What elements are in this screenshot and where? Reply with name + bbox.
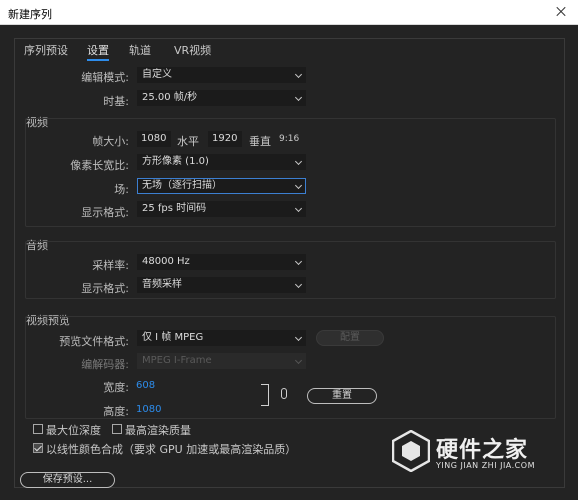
chevron-down-icon [294, 280, 303, 289]
link-icon[interactable] [281, 388, 287, 399]
tab-settings[interactable]: 设置 [87, 42, 109, 61]
linear-color-label: 以线性颜色合成（要求 GPU 加速或最高渲染品质） [46, 443, 297, 456]
video-display-format-label: 显示格式: [81, 206, 129, 219]
title-bar: 新建序列 [0, 0, 578, 25]
field-select[interactable]: 无场（逐行扫描） [137, 178, 306, 194]
dialog-panel: 序列预设 设置 轨道 VR视频 编辑模式: 自定义 时基: 25.00 帧/秒 … [14, 38, 565, 488]
chevron-down-icon [294, 157, 303, 166]
edit-mode-select[interactable]: 自定义 [137, 67, 306, 83]
chevron-down-icon [294, 257, 303, 266]
preview-file-format-value: 仅 I 帧 MPEG [142, 332, 204, 343]
max-render-quality-checkbox[interactable] [112, 424, 122, 434]
edit-mode-value: 自定义 [142, 69, 172, 80]
chevron-down-icon [294, 204, 303, 213]
close-icon[interactable] [550, 1, 572, 23]
preview-height-label: 高度: [103, 405, 129, 418]
vertical-label: 垂直 [249, 135, 271, 148]
frame-height-input[interactable]: 1920 [208, 131, 242, 147]
watermark: 硬件之家 YING JIAN ZHI JIA.COM [392, 430, 562, 474]
codec-label: 编解码器: [81, 358, 129, 371]
pixel-aspect-value: 方形像素 (1.0) [142, 156, 209, 167]
preview-width-value[interactable]: 608 [136, 380, 155, 391]
timebase-value: 25.00 帧/秒 [142, 92, 198, 103]
chevron-down-icon [294, 181, 303, 190]
timebase-label: 时基: [103, 95, 129, 108]
preview-file-format-select[interactable]: 仅 I 帧 MPEG [137, 330, 306, 346]
audio-display-format-label: 显示格式: [81, 282, 129, 295]
audio-display-format-select[interactable]: 音频采样 [137, 277, 306, 293]
linear-color-checkbox[interactable] [33, 443, 43, 453]
reset-button[interactable]: 重置 [307, 388, 377, 404]
link-bracket [261, 384, 269, 406]
video-display-format-value: 25 fps 时间码 [142, 203, 207, 214]
pixel-aspect-label: 像素长宽比: [70, 159, 129, 172]
codec-select[interactable]: MPEG I-Frame [137, 353, 306, 369]
tab-tracks[interactable]: 轨道 [129, 42, 151, 58]
codec-value: MPEG I-Frame [142, 355, 212, 366]
watermark-name: 硬件之家 [436, 438, 529, 463]
tab-vr-video[interactable]: VR视频 [174, 42, 211, 58]
save-preset-button[interactable]: 保存预设... [20, 472, 115, 488]
video-display-format-select[interactable]: 25 fps 时间码 [137, 201, 306, 217]
horizontal-label: 水平 [177, 135, 199, 148]
configure-button[interactable]: 配置 [316, 330, 384, 346]
max-bit-depth-label: 最大位深度 [46, 424, 101, 437]
frame-width-input[interactable]: 1080 [137, 131, 171, 147]
chevron-down-icon [294, 356, 303, 365]
max-render-quality-label: 最高渲染质量 [125, 424, 191, 437]
watermark-url: YING JIAN ZHI JIA.COM [436, 461, 535, 470]
chevron-down-icon [294, 93, 303, 102]
chevron-down-icon [294, 333, 303, 342]
window-title: 新建序列 [8, 8, 52, 21]
preview-width-label: 宽度: [103, 381, 129, 394]
tab-sequence-presets[interactable]: 序列预设 [24, 42, 68, 58]
edit-mode-label: 编辑模式: [81, 71, 129, 84]
preview-height-value[interactable]: 1080 [136, 404, 161, 415]
sample-rate-value: 48000 Hz [142, 256, 190, 267]
field-value: 无场（逐行扫描） [142, 180, 222, 191]
field-label: 场: [114, 183, 129, 196]
max-bit-depth-checkbox[interactable] [33, 424, 43, 434]
chevron-down-icon [294, 70, 303, 79]
hexagon-logo-icon [392, 430, 430, 472]
timebase-select[interactable]: 25.00 帧/秒 [137, 90, 306, 106]
audio-display-format-value: 音频采样 [142, 279, 182, 290]
frame-size-label: 帧大小: [92, 135, 129, 148]
sample-rate-label: 采样率: [92, 259, 129, 272]
sample-rate-select[interactable]: 48000 Hz [137, 254, 306, 270]
pixel-aspect-select[interactable]: 方形像素 (1.0) [137, 154, 306, 170]
preview-file-format-label: 预览文件格式: [59, 335, 129, 348]
aspect-ratio-text: 9:16 [279, 134, 300, 144]
